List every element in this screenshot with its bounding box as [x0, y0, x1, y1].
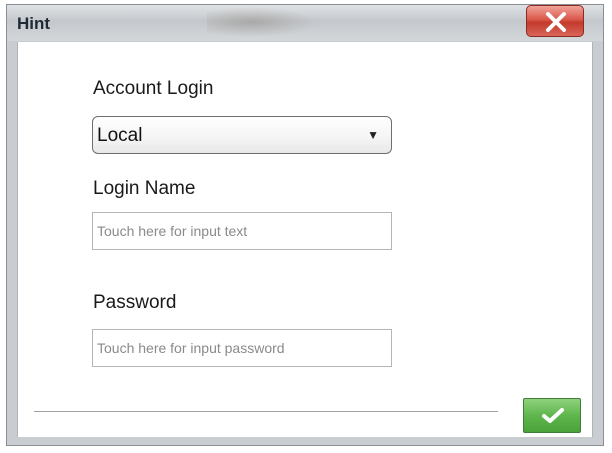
checkmark-icon [542, 408, 564, 423]
title-bar-texture [207, 7, 317, 37]
account-login-select[interactable]: Local ▼ [92, 116, 392, 154]
close-x-icon [546, 12, 566, 32]
login-name-label: Login Name [93, 178, 196, 199]
password-input[interactable] [92, 329, 392, 367]
dialog-title: Hint [17, 14, 51, 33]
hint-dialog: Hint Account Login Local ▼ Login Name Pa… [6, 4, 604, 446]
dropdown-arrow-icon: ▼ [367, 128, 379, 142]
account-login-selected-value: Local [97, 125, 143, 146]
dialog-body: Account Login Local ▼ Login Name Passwor… [17, 42, 593, 437]
footer-divider [34, 411, 498, 412]
title-bar[interactable]: Hint [7, 5, 603, 41]
password-label: Password [93, 292, 177, 313]
confirm-button[interactable] [523, 398, 581, 433]
account-login-label: Account Login [93, 78, 214, 99]
close-button[interactable] [526, 5, 584, 37]
login-name-input[interactable] [92, 212, 392, 250]
